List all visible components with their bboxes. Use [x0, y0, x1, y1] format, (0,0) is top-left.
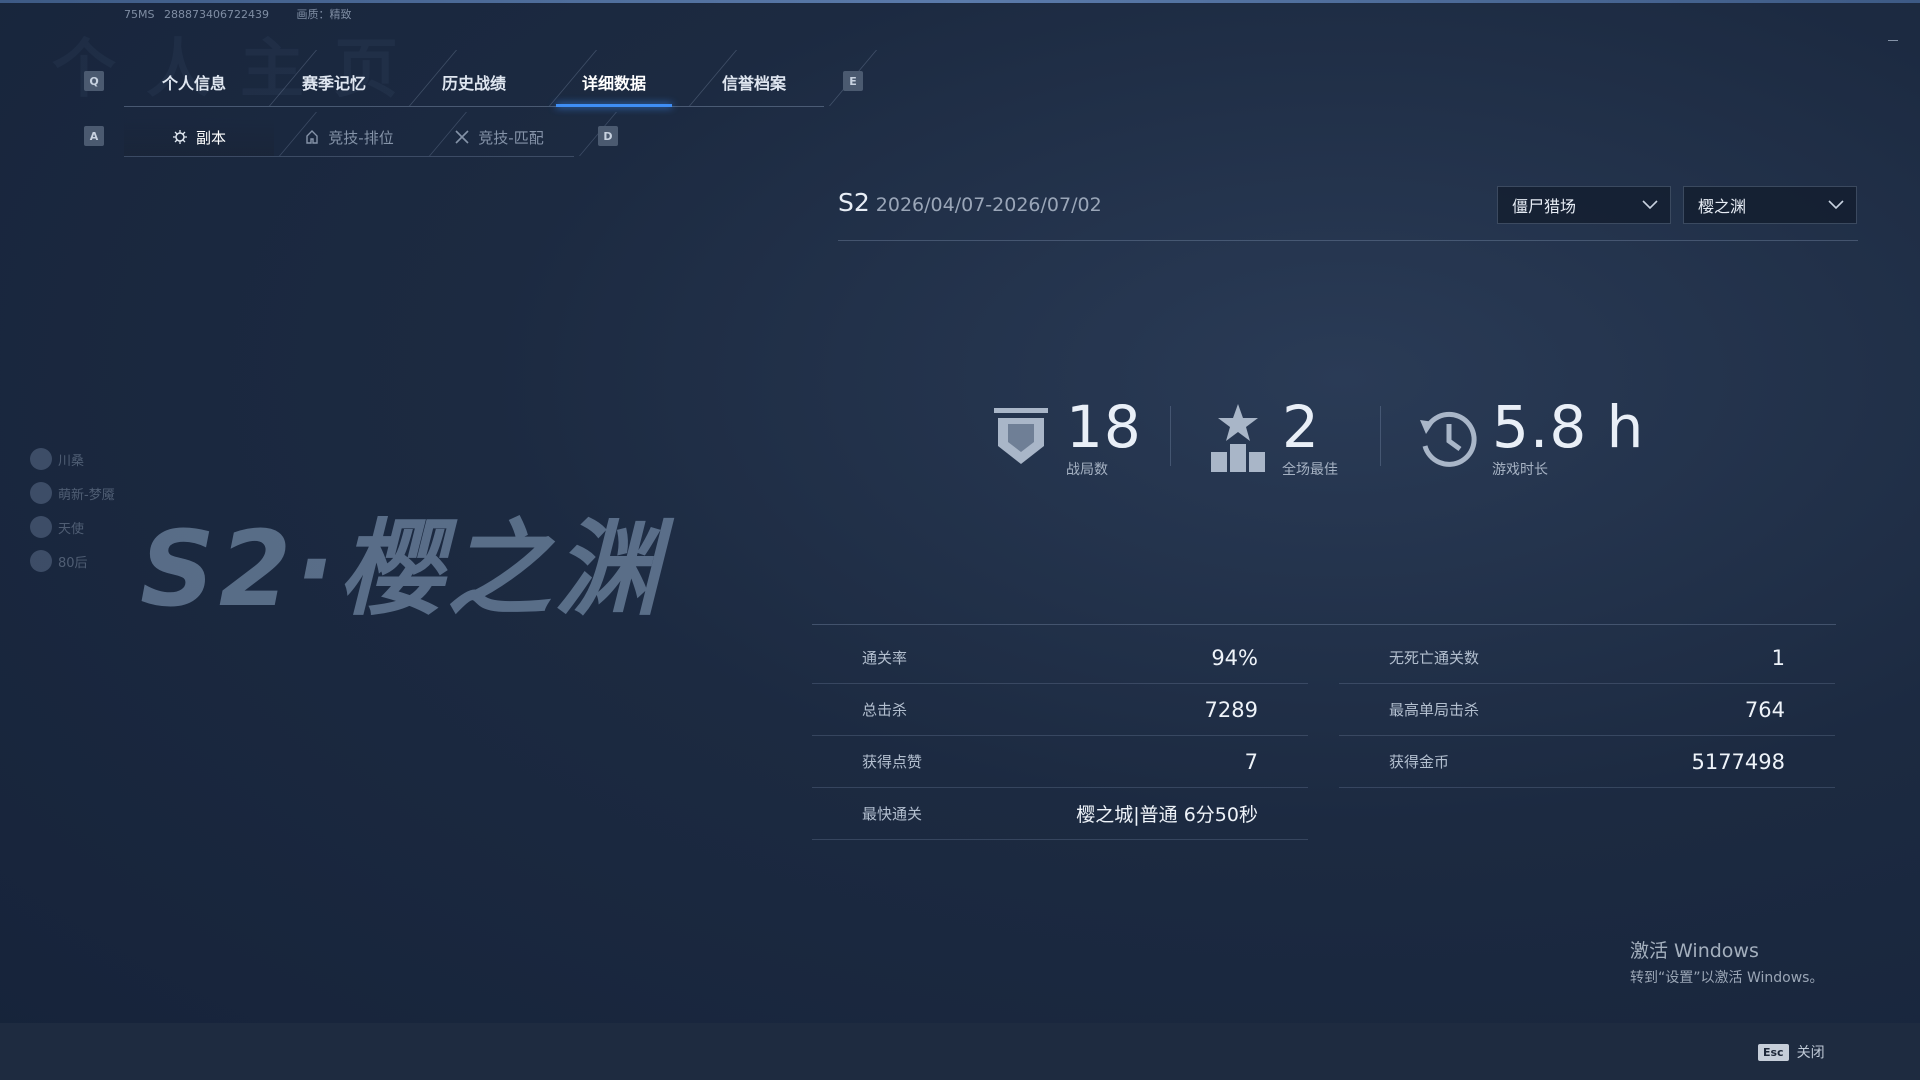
stat-label: 获得金币	[1389, 753, 1450, 771]
stat-row-deathless-clears: 无死亡通关数 1	[1339, 632, 1835, 684]
playtime-label: 游戏时长	[1492, 462, 1548, 478]
dungeon-icon	[172, 130, 187, 144]
stat-row-fastest-clear: 最快通关 樱之城|普通 6分50秒	[812, 788, 1308, 840]
playtime-value: 5.8 h	[1492, 393, 1645, 461]
activation-title: 激活 Windows	[1630, 940, 1759, 962]
minimize-icon[interactable]	[1888, 40, 1898, 41]
stat-row-total-kills: 总击杀 7289	[812, 684, 1308, 736]
stat-value: 5177498	[1691, 749, 1785, 774]
matches-label: 战局数	[1066, 462, 1108, 478]
chevron-down-icon	[1642, 200, 1658, 210]
key-hint-d[interactable]: D	[598, 126, 618, 146]
avatar	[30, 482, 52, 504]
friend-name: 80后	[58, 555, 88, 571]
stat-value: 7	[1244, 749, 1258, 774]
season-range: 2026/04/07-2026/07/02	[875, 194, 1102, 216]
avatar	[30, 516, 52, 538]
shield-icon	[994, 408, 1048, 464]
key-hint-q[interactable]: Q	[84, 71, 104, 91]
map-dropdown-value: 樱之渊	[1698, 197, 1747, 216]
star-podium-icon	[1211, 404, 1265, 472]
stat-row-clear-rate: 通关率 94%	[812, 632, 1308, 684]
subtab-label: 竞技-排位	[328, 128, 394, 147]
mvp-label: 全场最佳	[1282, 462, 1338, 478]
top-accent-line	[0, 0, 1920, 3]
stat-label: 通关率	[862, 649, 908, 667]
key-hint-e[interactable]: E	[843, 71, 863, 91]
stat-label: 获得点赞	[862, 753, 923, 771]
map-dropdown[interactable]: 樱之渊	[1683, 186, 1857, 224]
tab-label: 信誉档案	[721, 74, 786, 93]
sub-tabs: 副本 竞技-排位 竞技-匹配	[124, 118, 584, 157]
stat-value: 7289	[1204, 697, 1258, 722]
tab-detailed-data[interactable]: 详细数据	[544, 58, 684, 107]
clock-icon	[1420, 411, 1477, 467]
chevron-down-icon	[1828, 200, 1844, 210]
stat-row-likes: 获得点赞 7	[812, 736, 1308, 788]
subtab-dungeon[interactable]: 副本	[124, 118, 274, 157]
main-tabs: 个人信息 赛季记忆 历史战绩 详细数据 信誉档案	[124, 58, 824, 107]
friend-name: 天使	[58, 521, 85, 537]
friend-name: 川桑	[58, 453, 85, 469]
stat-playtime: 5.8 h 游戏时长	[1416, 398, 1644, 488]
windows-activation-watermark: 激活 Windows 转到“设置”以激活 Windows。	[1630, 936, 1823, 987]
season-header: S2 2026/04/07-2026/07/02	[838, 188, 1102, 217]
map-title-logo: S2·樱之渊	[140, 508, 663, 630]
stat-matches: 18 战局数	[990, 398, 1142, 488]
matches-value: 18	[1066, 393, 1142, 461]
stat-value: 樱之城|普通 6分50秒	[1076, 804, 1258, 826]
stat-row-gold: 获得金币 5177498	[1339, 736, 1835, 788]
stat-label: 最快通关	[862, 805, 923, 823]
mvp-value: 2	[1282, 393, 1320, 461]
divider	[838, 240, 1858, 241]
stat-label: 最高单局击杀	[1389, 701, 1480, 719]
friend-item[interactable]: 80后	[30, 544, 115, 578]
stat-value: 94%	[1211, 645, 1258, 670]
friend-item[interactable]: 萌新-梦魇	[30, 476, 115, 510]
stat-label: 总击杀	[862, 701, 908, 719]
mode-dropdown-value: 僵尸猎场	[1512, 197, 1577, 216]
tab-season-memory[interactable]: 赛季记忆	[264, 58, 404, 107]
ping-text: 75MS	[124, 8, 155, 21]
rank-icon	[306, 130, 318, 144]
divider	[1380, 406, 1381, 466]
activation-subtitle: 转到“设置”以激活 Windows。	[1630, 970, 1824, 986]
bottom-bar	[0, 1023, 1920, 1080]
tab-personal-info[interactable]: 个人信息	[124, 58, 264, 107]
avatar	[30, 550, 52, 572]
stat-row-max-kills: 最高单局击杀 764	[1339, 684, 1835, 736]
season-name: S2	[838, 188, 870, 217]
friend-name: 萌新-梦魇	[58, 487, 115, 503]
stat-value: 1	[1771, 645, 1785, 670]
quality-text: 画质：精致	[296, 8, 352, 21]
subtab-label: 竞技-匹配	[478, 128, 544, 147]
header-info: 75MS 288873406722439 画质：精致	[124, 6, 375, 22]
tab-label: 历史战绩	[441, 74, 506, 93]
friend-item[interactable]: 天使	[30, 510, 115, 544]
tab-label: 详细数据	[581, 74, 646, 93]
esc-key-hint: Esc	[1758, 1043, 1789, 1061]
stat-label: 无死亡通关数	[1389, 649, 1480, 667]
swords-icon	[455, 130, 469, 144]
subtab-ranked[interactable]: 竞技-排位	[274, 118, 424, 157]
close-button[interactable]: Esc 关闭	[1758, 1042, 1825, 1062]
friend-list: 川桑 萌新-梦魇 天使 80后	[30, 442, 115, 578]
subtab-label: 副本	[195, 128, 226, 147]
key-hint-a[interactable]: A	[84, 126, 104, 146]
tab-label: 赛季记忆	[301, 74, 366, 93]
mode-dropdown[interactable]: 僵尸猎场	[1497, 186, 1671, 224]
active-tab-indicator	[556, 104, 672, 107]
stat-mvp: 2 全场最佳	[1208, 398, 1338, 488]
friend-item[interactable]: 川桑	[30, 442, 115, 476]
tab-label: 个人信息	[161, 74, 226, 93]
stat-value: 764	[1744, 697, 1785, 722]
subtab-match[interactable]: 竞技-匹配	[424, 118, 574, 157]
tab-reputation[interactable]: 信誉档案	[684, 58, 824, 107]
avatar	[30, 448, 52, 470]
divider	[812, 624, 1836, 625]
uid-text: 288873406722439	[163, 8, 269, 21]
close-label: 关闭	[1796, 1045, 1825, 1061]
divider	[1170, 406, 1171, 466]
tab-history[interactable]: 历史战绩	[404, 58, 544, 107]
